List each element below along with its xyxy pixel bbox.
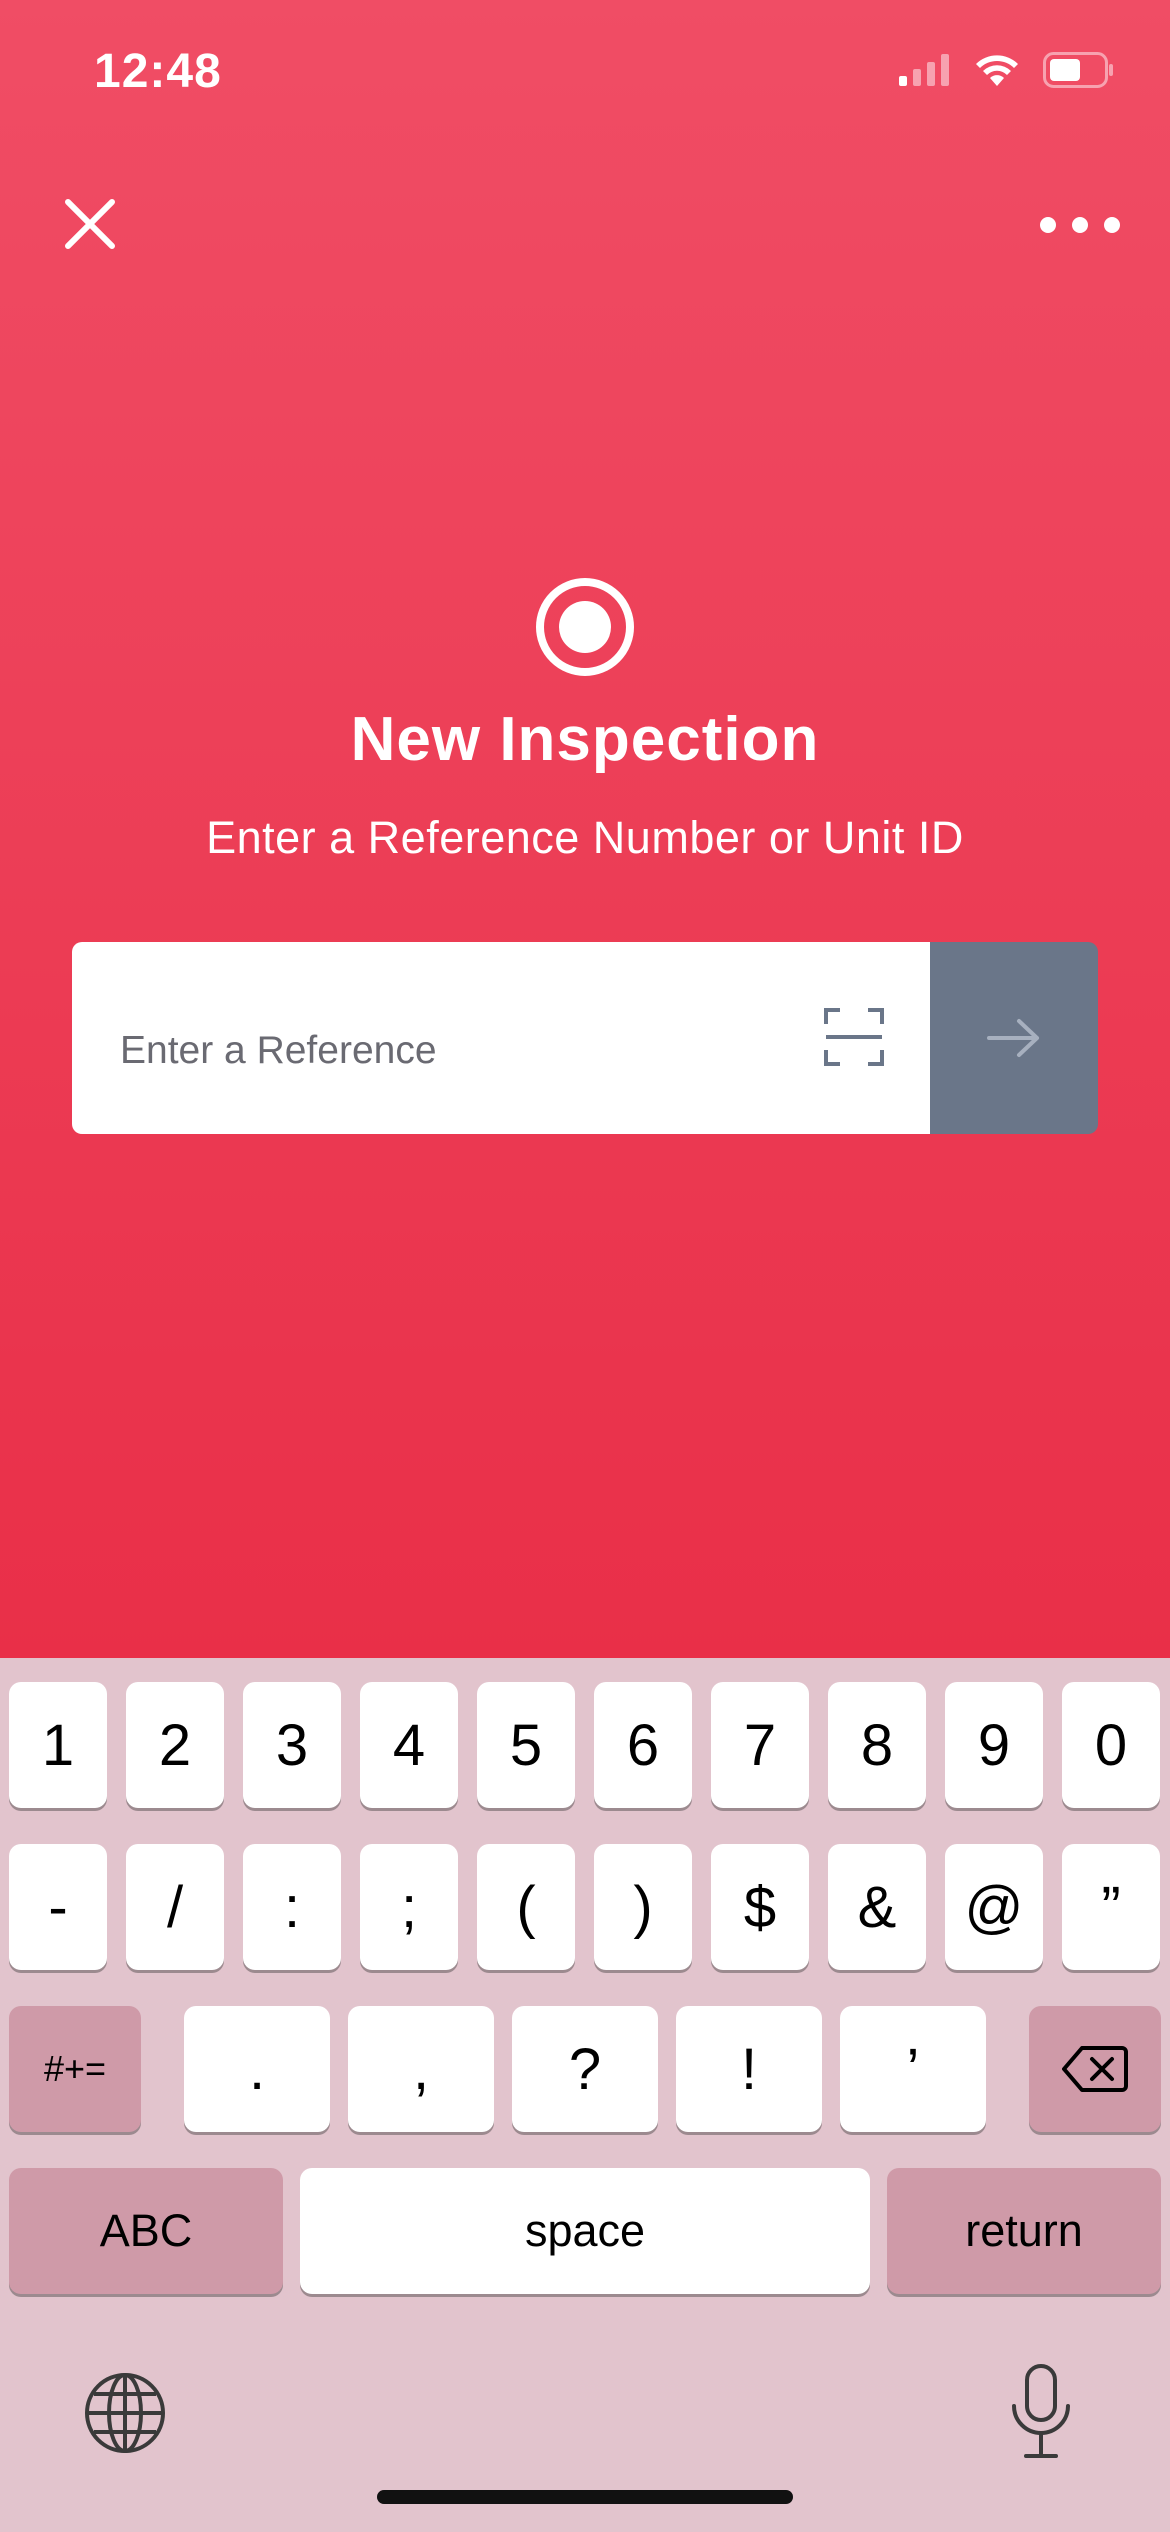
key-period[interactable]: . bbox=[184, 2006, 330, 2132]
key-symbols-mode[interactable]: #+= bbox=[9, 2006, 141, 2132]
scan-icon bbox=[824, 1008, 884, 1066]
keyboard: 1 2 3 4 5 6 7 8 9 0 - / : ; ( ) $ & @ ” … bbox=[0, 1658, 1170, 2532]
key-2[interactable]: 2 bbox=[126, 1682, 224, 1808]
key-ampersand[interactable]: & bbox=[828, 1844, 926, 1970]
status-bar: 12:48 bbox=[0, 0, 1170, 150]
submit-button[interactable] bbox=[930, 942, 1098, 1134]
key-quote[interactable]: ” bbox=[1062, 1844, 1160, 1970]
app-screen: 12:48 New Inspection Enter a Reference N… bbox=[0, 0, 1170, 1658]
key-9[interactable]: 9 bbox=[945, 1682, 1043, 1808]
key-open-paren[interactable]: ( bbox=[477, 1844, 575, 1970]
record-icon bbox=[536, 578, 634, 676]
key-3[interactable]: 3 bbox=[243, 1682, 341, 1808]
key-delete[interactable] bbox=[1029, 2006, 1161, 2132]
key-comma[interactable]: , bbox=[348, 2006, 494, 2132]
key-abc[interactable]: ABC bbox=[9, 2168, 283, 2294]
close-button[interactable] bbox=[58, 192, 122, 256]
reference-input[interactable] bbox=[72, 942, 832, 1134]
key-apostrophe[interactable]: ’ bbox=[840, 2006, 986, 2132]
key-colon[interactable]: : bbox=[243, 1844, 341, 1970]
reference-field[interactable] bbox=[72, 942, 930, 1134]
status-icons bbox=[899, 52, 1115, 88]
scan-button[interactable] bbox=[824, 1008, 884, 1066]
reference-input-group bbox=[72, 942, 1098, 1134]
key-return[interactable]: return bbox=[887, 2168, 1161, 2294]
more-icon-dot bbox=[1072, 217, 1088, 233]
page-title: New Inspection bbox=[350, 705, 820, 774]
key-1[interactable]: 1 bbox=[9, 1682, 107, 1808]
key-4[interactable]: 4 bbox=[360, 1682, 458, 1808]
key-0[interactable]: 0 bbox=[1062, 1682, 1160, 1808]
microphone-icon[interactable] bbox=[1006, 2362, 1076, 2462]
key-slash[interactable]: / bbox=[126, 1844, 224, 1970]
more-icon bbox=[1040, 217, 1056, 233]
key-6[interactable]: 6 bbox=[594, 1682, 692, 1808]
status-time: 12:48 bbox=[94, 45, 222, 98]
key-close-paren[interactable]: ) bbox=[594, 1844, 692, 1970]
key-8[interactable]: 8 bbox=[828, 1682, 926, 1808]
wifi-icon bbox=[976, 55, 1018, 86]
key-7[interactable]: 7 bbox=[711, 1682, 809, 1808]
more-button[interactable] bbox=[1040, 200, 1120, 250]
key-semicolon[interactable]: ; bbox=[360, 1844, 458, 1970]
page-subtitle: Enter a Reference Number or Unit ID bbox=[206, 812, 964, 863]
globe-icon[interactable] bbox=[82, 2370, 168, 2456]
cellular-signal-icon bbox=[899, 54, 949, 86]
key-at[interactable]: @ bbox=[945, 1844, 1043, 1970]
key-5[interactable]: 5 bbox=[477, 1682, 575, 1808]
key-dash[interactable]: - bbox=[9, 1844, 107, 1970]
arrow-right-icon bbox=[987, 1019, 1039, 1057]
close-icon bbox=[65, 199, 115, 249]
home-indicator[interactable] bbox=[377, 2490, 793, 2504]
key-dollar[interactable]: $ bbox=[711, 1844, 809, 1970]
more-icon-dot bbox=[1104, 217, 1120, 233]
delete-icon bbox=[1062, 2046, 1128, 2092]
battery-icon bbox=[1043, 52, 1113, 88]
key-exclamation[interactable]: ! bbox=[676, 2006, 822, 2132]
key-space[interactable]: space bbox=[300, 2168, 870, 2294]
key-question[interactable]: ? bbox=[512, 2006, 658, 2132]
